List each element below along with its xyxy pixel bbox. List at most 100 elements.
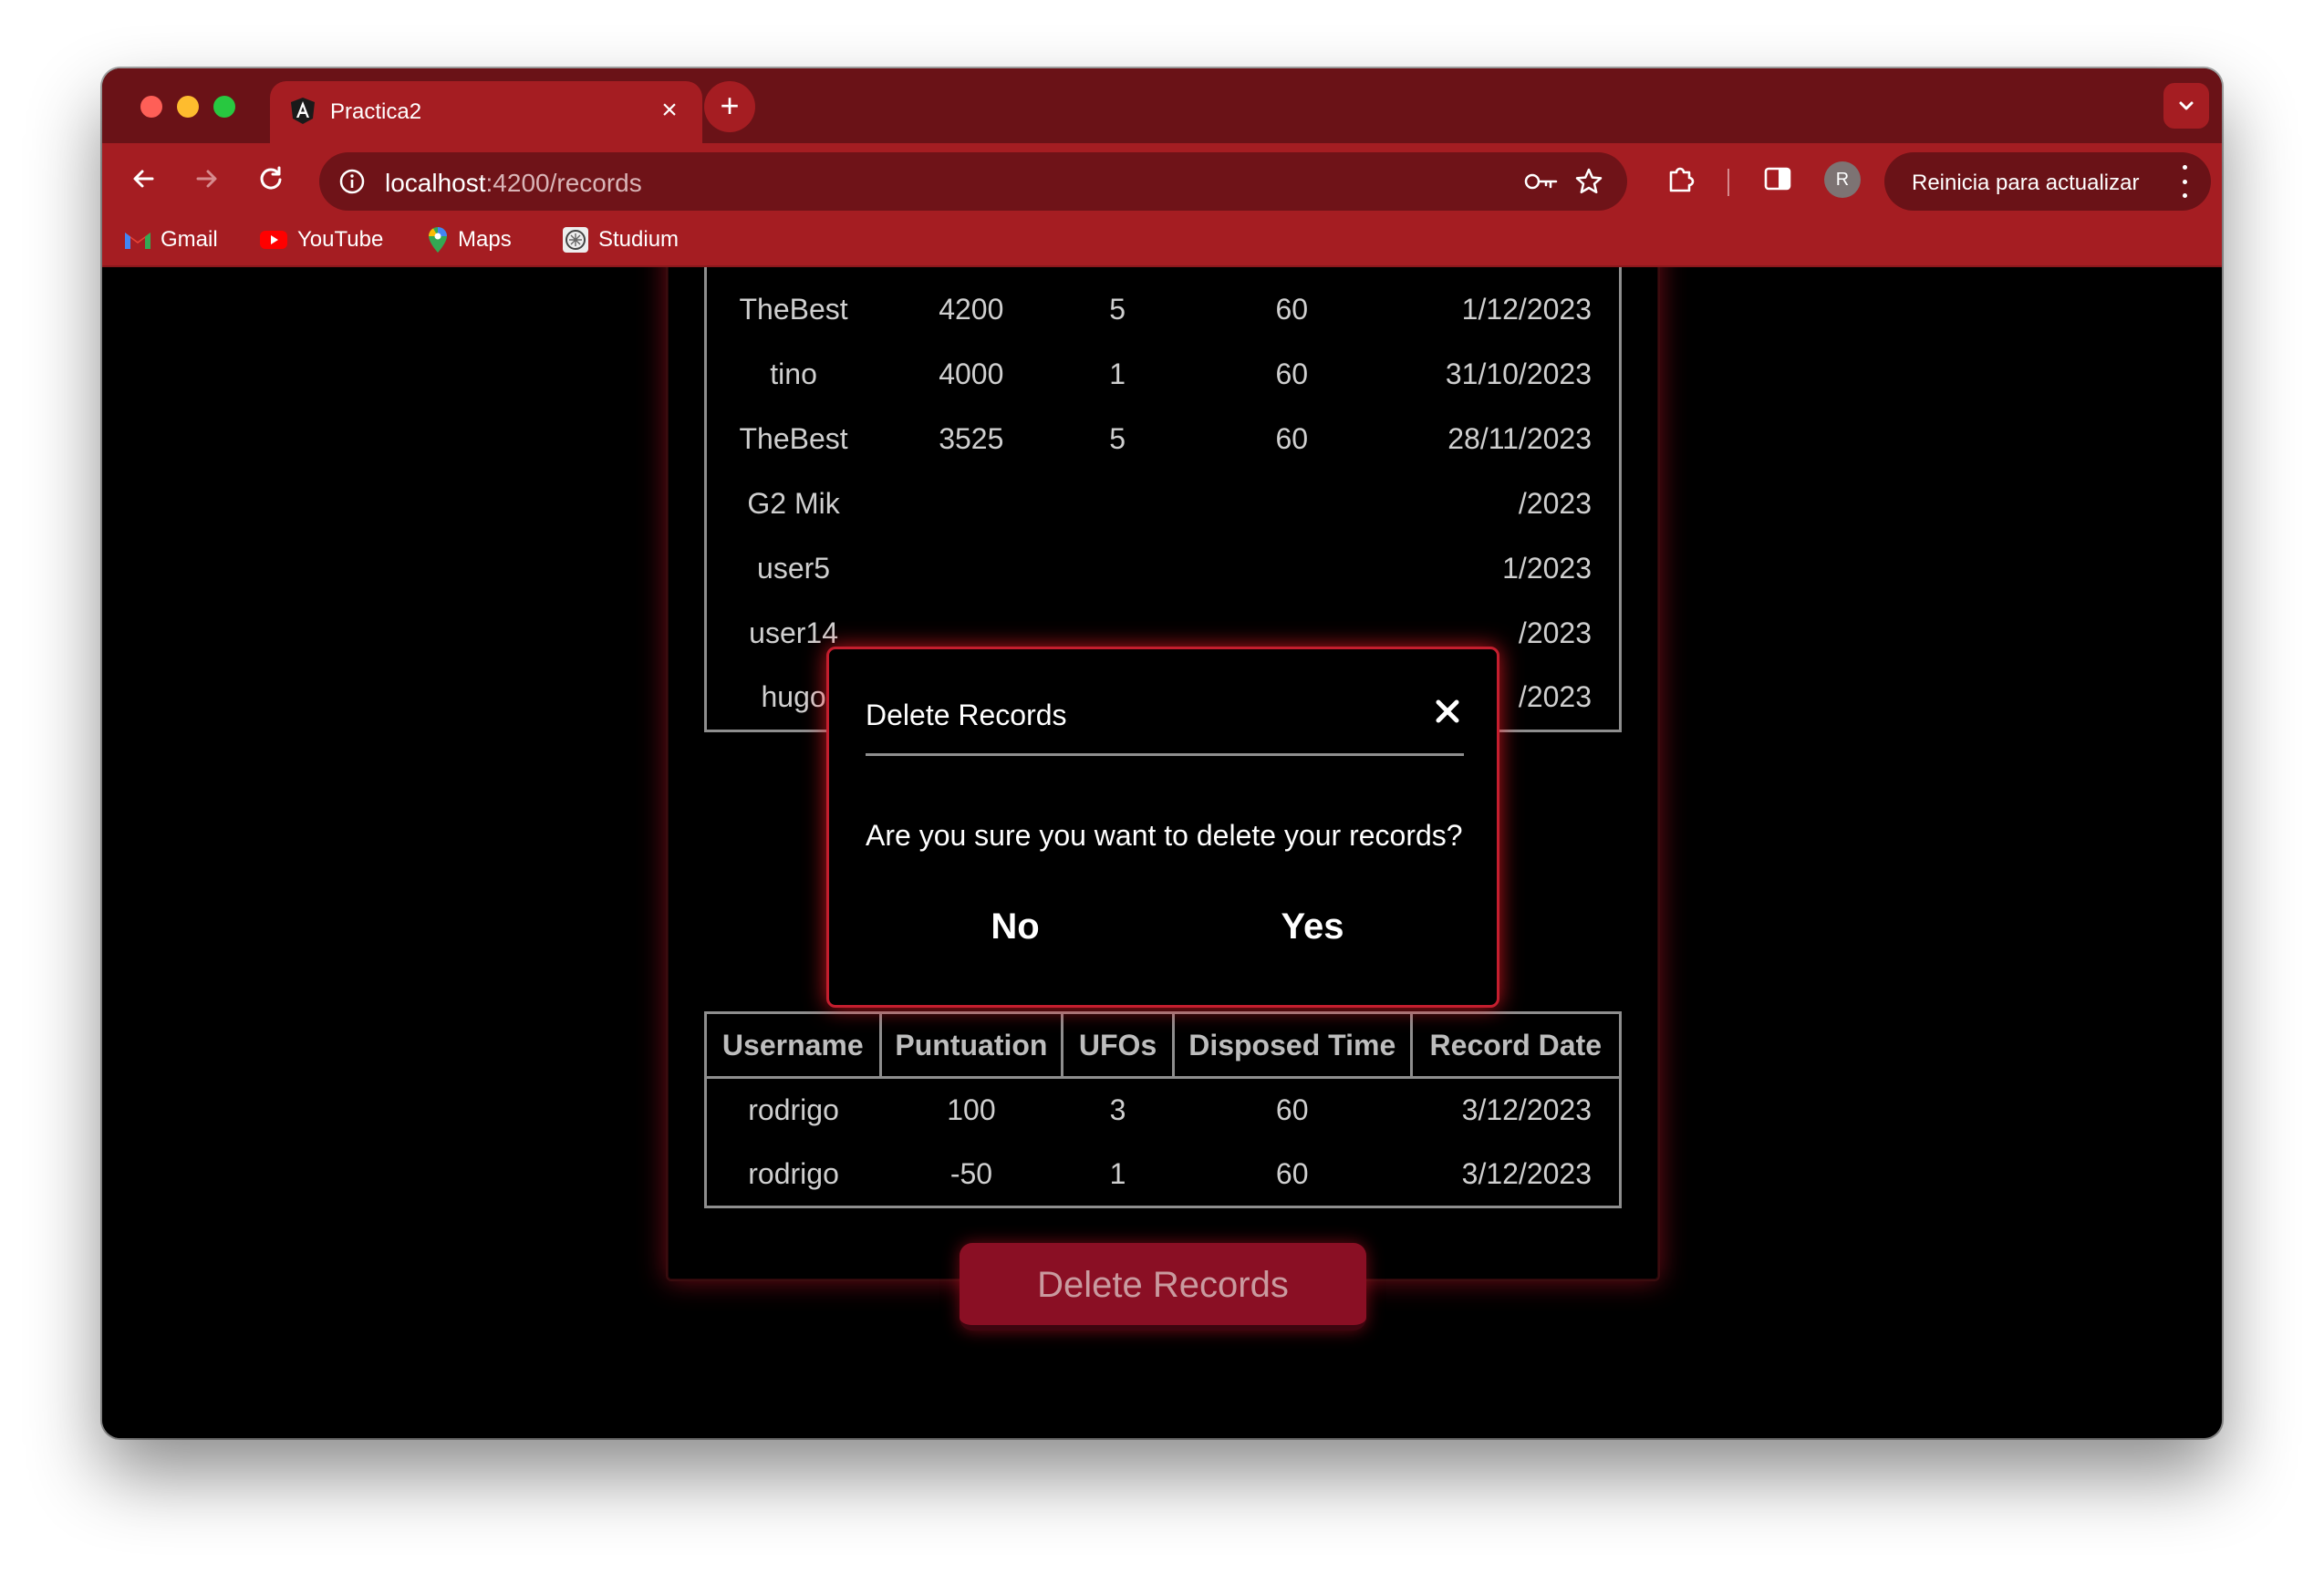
tab-practica2[interactable]: Practica2 × <box>270 81 702 145</box>
table-cell: 1 <box>1062 267 1172 277</box>
my-records-table: Username Puntuation UFOs Disposed Time R… <box>704 1011 1623 1208</box>
angular-icon <box>288 96 317 125</box>
table-cell: 1 <box>1109 357 1126 390</box>
table-row: rodrigo -50 1 60 3/12/2023 <box>706 1143 1621 1207</box>
toolbar-divider <box>1727 169 1729 196</box>
table-cell: 3 <box>1109 1093 1126 1127</box>
no-button[interactable]: No <box>933 901 1097 952</box>
tab-close-icon[interactable]: × <box>651 92 688 129</box>
gmail-icon <box>125 233 150 249</box>
site-info-icon[interactable] <box>336 165 368 198</box>
reload-icon <box>260 166 282 190</box>
bookmark-youtube[interactable]: YouTube <box>259 225 383 254</box>
table-cell: 1/2023 <box>1502 552 1592 585</box>
column-header-username: Username <box>704 1011 882 1079</box>
table-cell <box>1173 536 1411 601</box>
table-cell <box>1062 536 1172 601</box>
url-host: localhost <box>385 169 486 197</box>
yes-button[interactable]: Yes <box>1230 901 1395 952</box>
youtube-icon <box>260 231 287 249</box>
table-cell <box>1173 471 1411 536</box>
tab-title: Practica2 <box>330 99 422 124</box>
tab-strip: Practica2 × + <box>102 68 2222 145</box>
forward-button[interactable] <box>186 158 228 200</box>
table-cell: 4000 <box>939 357 1004 390</box>
bookmarks-bar: Gmail YouTube Maps Studium <box>102 214 2222 267</box>
table-row: user5 1/2023 <box>706 536 1621 601</box>
password-key-icon[interactable] <box>1523 165 1560 198</box>
table-cell: /2023 <box>1518 487 1592 520</box>
tab-search-button[interactable] <box>2163 83 2209 129</box>
table-header-row: Username Puntuation UFOs Disposed Time R… <box>704 1011 1623 1079</box>
table-cell: user5 <box>757 552 831 585</box>
reload-button[interactable] <box>250 158 292 200</box>
column-header-record-date: Record Date <box>1409 1011 1623 1079</box>
url-path: :4200/records <box>485 169 642 197</box>
bookmark-label: Studium <box>598 227 680 252</box>
table-cell <box>880 536 1062 601</box>
more-menu-icon[interactable] <box>2180 165 2189 198</box>
delete-records-button[interactable]: Delete Records <box>960 1243 1366 1331</box>
browser-toolbar: localhost:4200/records R Reinicia para a… <box>102 143 2222 214</box>
table-cell: 4200 <box>939 293 1004 326</box>
browser-window: Practica2 × + localhost:4200/records R R… <box>102 68 2222 1438</box>
table-cell: TheBest <box>739 422 848 455</box>
table-cell <box>1062 471 1172 536</box>
table-cell: TheBest <box>739 293 848 326</box>
table-cell: 3/12/2023 <box>1461 1156 1592 1190</box>
table-cell: 4500 <box>880 267 1062 277</box>
table-cell: tino <box>770 357 817 390</box>
column-header-puntuation: Puntuation <box>878 1011 1064 1079</box>
table-cell: rodrigo <box>748 1093 839 1127</box>
back-button[interactable] <box>122 158 164 200</box>
table-cell: G2 Mik <box>747 487 840 520</box>
table-cell: 5 <box>1109 293 1126 326</box>
address-bar[interactable]: localhost:4200/records <box>319 152 1627 211</box>
page-viewport: dinoUser450016031/10/2023TheBest42005601… <box>102 267 2222 1438</box>
table-cell: 1 <box>1109 1156 1126 1190</box>
bookmark-label: Gmail <box>161 227 218 252</box>
table-cell: 3/12/2023 <box>1461 1093 1592 1127</box>
bookmark-gmail[interactable]: Gmail <box>124 225 218 254</box>
table-row: G2 Mik/2023 <box>706 471 1621 536</box>
table-cell: 5 <box>1109 422 1126 455</box>
arrow-right-icon <box>196 170 217 188</box>
modal-message: Are you sure you want to delete your rec… <box>866 819 1463 852</box>
arrow-left-icon <box>133 170 154 188</box>
update-label: Reinicia para actualizar <box>1912 171 2140 195</box>
table-cell <box>880 471 1062 536</box>
bookmark-maps[interactable]: Maps <box>427 225 512 254</box>
update-button[interactable]: Reinicia para actualizar <box>1884 152 2211 211</box>
close-window-button[interactable] <box>140 96 162 118</box>
studium-icon <box>563 227 588 253</box>
profile-avatar[interactable]: R <box>1824 161 1861 198</box>
extensions-icon[interactable] <box>1660 158 1702 200</box>
close-icon[interactable] <box>1431 695 1464 728</box>
table-cell: 60 <box>1275 1093 1309 1127</box>
table-cell: 60 <box>1275 1156 1309 1190</box>
column-header-disposed-time: Disposed Time <box>1171 1011 1413 1079</box>
bookmark-label: YouTube <box>297 227 384 252</box>
maps-icon <box>429 227 447 253</box>
table-cell: 100 <box>947 1093 996 1127</box>
chevron-down-icon <box>2179 101 2194 110</box>
table-row: rodrigo 100 3 60 3/12/2023 <box>706 1078 1621 1143</box>
minimize-window-button[interactable] <box>177 96 199 118</box>
bookmark-star-icon[interactable] <box>1571 163 1607 200</box>
bookmark-label: Maps <box>458 227 512 252</box>
table-cell: 60 <box>1275 422 1309 455</box>
side-panel-icon[interactable] <box>1757 158 1799 200</box>
table-cell: rodrigo <box>748 1156 839 1190</box>
table-cell: 31/10/2023 <box>1411 267 1621 277</box>
table-cell: 31/10/2023 <box>1445 357 1592 390</box>
table-cell: 60 <box>1275 293 1309 326</box>
new-tab-button[interactable]: + <box>704 81 755 132</box>
table-cell: 3525 <box>939 422 1004 455</box>
maximize-window-button[interactable] <box>213 96 235 118</box>
column-header-ufos: UFOs <box>1061 1011 1175 1079</box>
table-cell: dinoUser <box>706 267 881 277</box>
bookmark-studium[interactable]: Studium <box>562 225 679 254</box>
url-text: localhost:4200/records <box>385 169 642 198</box>
table-cell: 28/11/2023 <box>1447 422 1592 455</box>
modal-title: Delete Records <box>866 699 1067 731</box>
